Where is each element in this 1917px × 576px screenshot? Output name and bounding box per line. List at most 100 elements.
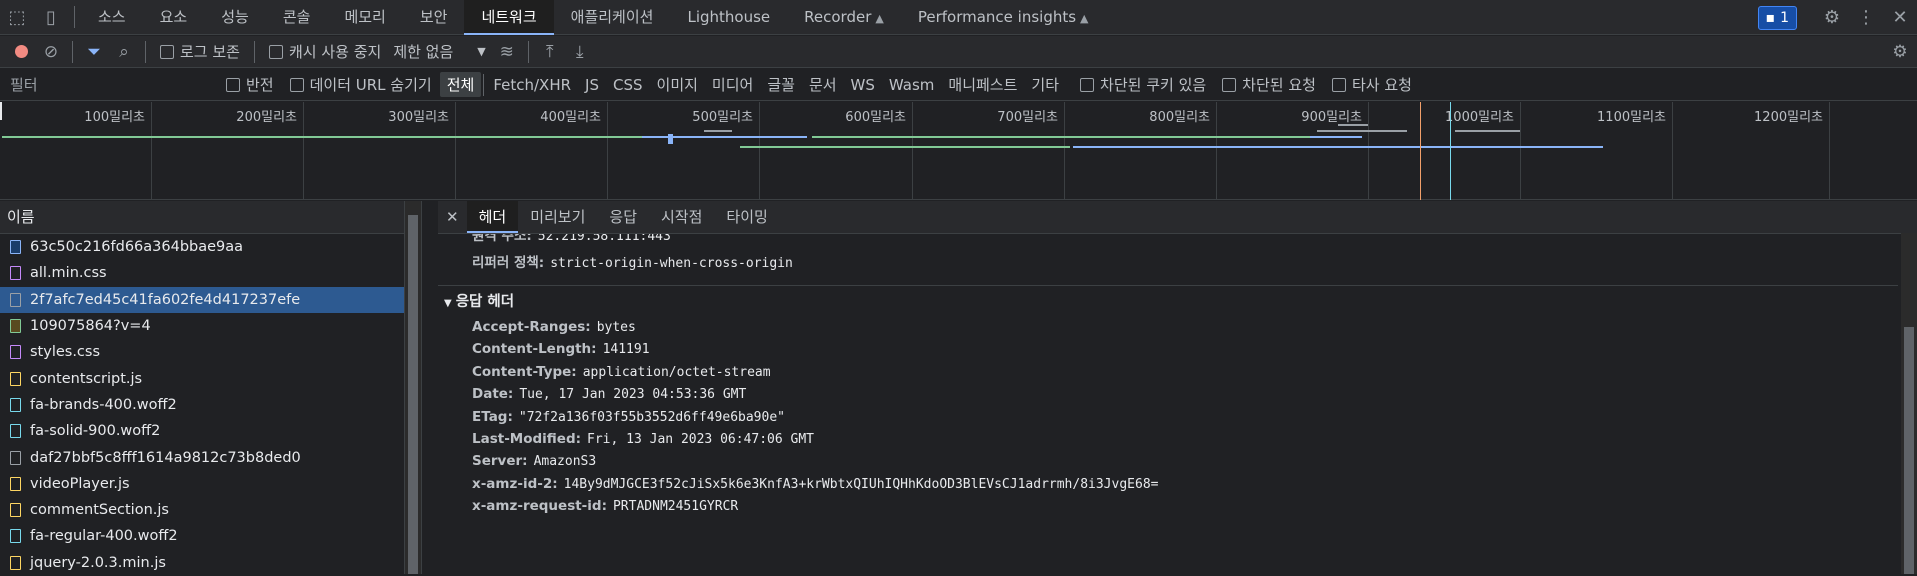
clear-icon[interactable]: ⊘: [36, 37, 66, 67]
issues-counter-button[interactable]: ▪ 1: [1757, 5, 1797, 30]
inspect-element-icon[interactable]: ⬚: [0, 0, 34, 34]
header-value: bytes: [596, 320, 636, 335]
tab-network[interactable]: 네트워크: [464, 0, 554, 35]
search-icon[interactable]: ⌕: [109, 37, 139, 67]
third-party-checkbox[interactable]: 타사 요청: [1331, 74, 1412, 95]
record-icon[interactable]: [6, 37, 36, 67]
disable-cache-checkbox[interactable]: 캐시 사용 중지: [268, 41, 381, 62]
scrollbar-thumb[interactable]: [408, 215, 418, 574]
more-options-icon[interactable]: ⋮: [1849, 1, 1883, 35]
gridline: [151, 102, 152, 200]
invert-label: 반전: [246, 76, 274, 94]
device-toolbar-icon[interactable]: ▯: [34, 0, 68, 34]
network-conditions-icon[interactable]: ≋: [492, 37, 522, 67]
request-row[interactable]: commentSection.js: [0, 497, 421, 523]
tabbar-right-actions: ▪ 1 ⚙ ⋮ ✕: [1757, 0, 1917, 35]
filter-type-img[interactable]: 이미지: [650, 72, 705, 97]
invert-checkbox[interactable]: 반전: [226, 74, 274, 95]
filter-type-doc[interactable]: 문서: [802, 72, 844, 97]
request-row[interactable]: 2f7afc7ed45c41fa602fe4d417237efe: [0, 286, 421, 313]
blocked-requests-checkbox[interactable]: 차단된 요청: [1222, 74, 1316, 95]
response-header-line: ETag: "72f2a136f03f55b3552d6ff49e6ba90e": [472, 409, 785, 425]
tab-lighthouse[interactable]: Lighthouse: [670, 0, 787, 35]
js-file-icon: [10, 476, 21, 491]
tick-label: 100밀리초: [84, 110, 145, 125]
tab-preview[interactable]: 미리보기: [518, 201, 597, 233]
tab-memory[interactable]: 메모리: [327, 0, 402, 35]
filter-type-js[interactable]: JS: [578, 74, 606, 96]
request-row[interactable]: daf27bbf5c8fff1614a9812c73b8ded0: [0, 444, 421, 470]
font-file-icon: [10, 397, 21, 412]
request-row[interactable]: styles.css: [0, 339, 421, 365]
request-list-scrollbar[interactable]: [404, 201, 421, 574]
header-value: PRTADNM2451GYRCR: [612, 499, 739, 515]
checkbox-box: [226, 77, 240, 92]
filter-type-all[interactable]: 전체: [439, 72, 482, 97]
header-value: 52.219.58.111:443: [537, 234, 671, 244]
request-name: jquery-2.0.3.min.js: [30, 554, 166, 571]
tab-response[interactable]: 응답: [597, 201, 649, 233]
tick-label: 1000밀리초: [1445, 110, 1514, 125]
request-row[interactable]: 109075864?v=4: [0, 313, 421, 339]
filter-funnel-icon[interactable]: ⏷: [79, 37, 109, 67]
tab-sources[interactable]: 소스: [81, 0, 143, 35]
request-rows: 63c50c216fd66a364bbae9aa all.min.css 2f7af…: [0, 234, 421, 576]
tab-initiator[interactable]: 시작점: [649, 201, 714, 233]
tab-timing[interactable]: 타이밍: [714, 201, 779, 233]
tab-performance[interactable]: 성능: [204, 0, 266, 35]
filter-type-other[interactable]: 기타: [1024, 72, 1066, 97]
filter-type-ws[interactable]: WS: [844, 74, 882, 96]
tab-security[interactable]: 보안: [403, 0, 465, 35]
request-row[interactable]: fa-brands-400.woff2: [0, 392, 421, 418]
tab-performance-insights[interactable]: Performance insights ▲: [901, 0, 1106, 35]
scrollbar-thumb[interactable]: [1904, 327, 1914, 574]
request-row[interactable]: all.min.css: [0, 260, 421, 286]
request-row[interactable]: fa-solid-900.woff2: [0, 418, 421, 444]
preserve-log-label: 로그 보존: [180, 43, 240, 61]
blocked-cookies-checkbox[interactable]: 차단된 쿠키 있음: [1080, 74, 1206, 95]
filter-type-wasm[interactable]: Wasm: [882, 74, 942, 96]
tab-application[interactable]: 애플리케이션: [554, 0, 671, 35]
throttling-select[interactable]: 제한 없음 ▼: [393, 41, 485, 62]
tab-elements[interactable]: 요소: [143, 0, 205, 35]
request-row[interactable]: fa-regular-400.woff2: [0, 523, 421, 549]
filter-type-css[interactable]: CSS: [606, 74, 650, 96]
hide-data-urls-checkbox[interactable]: 데이터 URL 숨기기: [289, 74, 432, 95]
request-row[interactable]: 63c50c216fd66a364bbae9aa: [0, 234, 421, 260]
tab-headers[interactable]: 헤더: [466, 201, 519, 233]
preserve-log-checkbox[interactable]: 로그 보존: [160, 41, 240, 62]
import-har-icon[interactable]: ⤒: [535, 37, 565, 67]
filter-type-fetch-xhr[interactable]: Fetch/XHR: [486, 74, 578, 96]
section-divider: [438, 285, 1898, 286]
request-row[interactable]: jquery-2.0.3.min.js: [0, 550, 421, 576]
export-har-icon[interactable]: ⤓: [565, 37, 595, 67]
tick-label: 900밀리초: [1301, 110, 1362, 125]
close-devtools-icon[interactable]: ✕: [1883, 1, 1917, 35]
tab-console[interactable]: 콘솔: [266, 0, 328, 35]
header-value: strict-origin-when-cross-origin: [550, 256, 793, 271]
header-line-referrer-policy: 리퍼러 정책: strict-origin-when-cross-origin: [472, 251, 793, 271]
header-value: Tue, 17 Jan 2023 04:53:36 GMT: [519, 387, 747, 403]
settings-gear-icon[interactable]: ⚙: [1815, 1, 1849, 35]
filter-type-media[interactable]: 미디어: [705, 72, 760, 97]
filter-type-manifest[interactable]: 매니페스트: [941, 72, 1024, 97]
waterfall-segment: [1310, 136, 1362, 138]
request-details-pane: ✕ 헤더 미리보기 응답 시작점 타이밍 원격 주소: 52.219.58.111…: [438, 201, 1917, 574]
request-row[interactable]: videoPlayer.js: [0, 471, 421, 497]
header-key: x-amz-request-id:: [472, 498, 607, 515]
load-event-marker: [1450, 102, 1451, 200]
filter-type-font[interactable]: 글꼴: [760, 72, 802, 97]
waterfall-segment: [642, 136, 807, 138]
network-settings-gear-icon[interactable]: ⚙: [1885, 37, 1915, 67]
js-file-icon: [10, 503, 21, 518]
close-details-icon[interactable]: ✕: [438, 201, 467, 233]
tab-recorder[interactable]: Recorder ▲: [787, 0, 901, 35]
name-column-header[interactable]: 이름: [0, 201, 421, 234]
request-name: all.min.css: [30, 265, 107, 282]
details-scrollbar[interactable]: [1901, 233, 1917, 574]
checkbox-box: [160, 44, 174, 59]
network-overview-timeline[interactable]: 100밀리초 200밀리초 300밀리초 400밀리초 500밀리초 600밀리…: [0, 102, 1917, 200]
filter-input[interactable]: [2, 71, 212, 98]
request-row[interactable]: contentscript.js: [0, 365, 421, 391]
response-headers-section-toggle[interactable]: ▼ 응답 헤더: [444, 290, 514, 311]
